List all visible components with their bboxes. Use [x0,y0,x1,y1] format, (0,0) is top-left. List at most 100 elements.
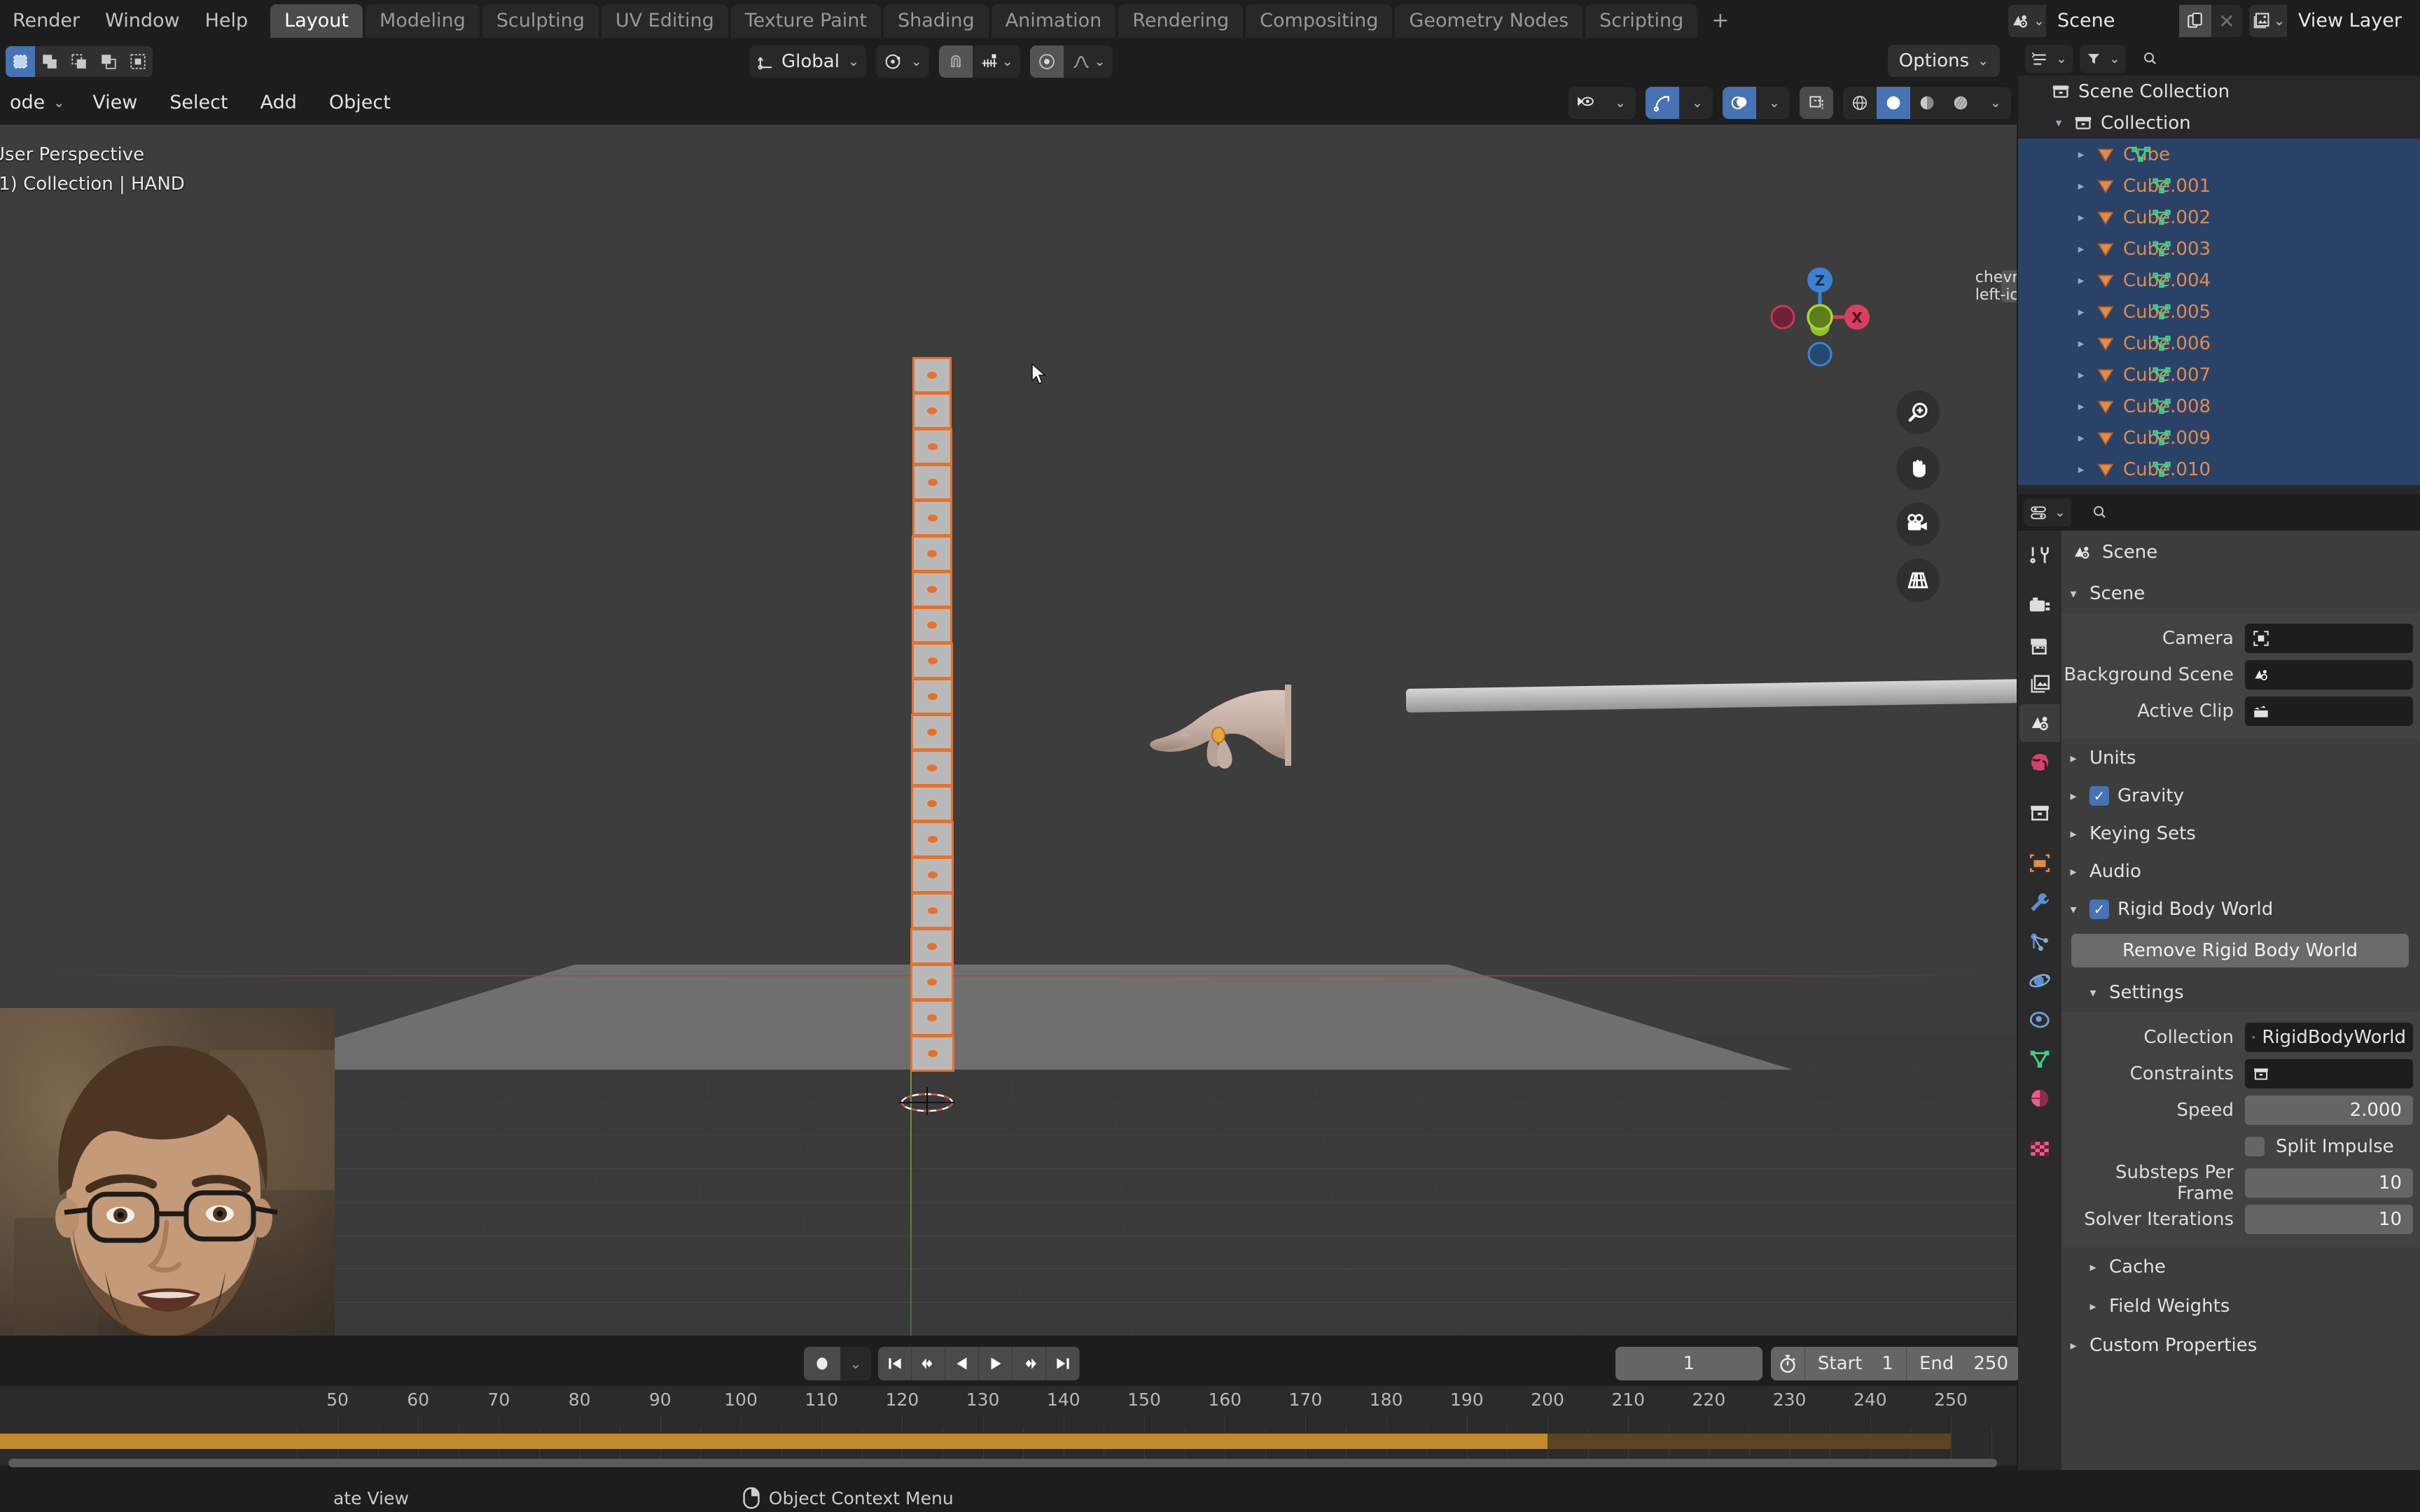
set-select-icon[interactable] [6,46,35,77]
chevron-right-icon[interactable]: ▸ [2073,337,2089,351]
cube-object[interactable] [912,571,952,608]
difference-select-icon[interactable] [123,46,153,77]
outliner-row-cube-007[interactable]: ▸ Cube.007 [2018,359,2420,391]
solid-shading-icon[interactable] [1877,87,1910,119]
zoom-icon[interactable] [1896,391,1940,434]
smooth-falloff-icon[interactable]: ⌄ [1064,46,1113,78]
section-gravity-header[interactable]: ▸ ✓ Gravity [2061,777,2420,815]
properties-editor-type-dropdown[interactable]: ⌄ [2024,498,2071,526]
chevron-down-icon[interactable]: ⌄ [1679,87,1713,119]
pan-hand-icon[interactable] [1896,447,1940,490]
outliner-editor[interactable]: Scene Collection ▾ Collection ▸ Cube ▸ Cube.00… [2018,76,2420,494]
output-printer-icon[interactable] [2019,626,2060,664]
cube-object[interactable] [912,357,952,393]
remove-scene-button[interactable]: ✕ [2211,5,2242,37]
workspace-tab-layout[interactable]: Layout [270,4,363,38]
cube-object[interactable] [910,1000,954,1036]
camera-view-icon[interactable] [1896,503,1940,546]
rigid-body-world-checkbox[interactable]: ✓ [2089,899,2109,919]
hand-mesh[interactable] [1141,678,1421,818]
menu-select[interactable]: Select [155,85,242,120]
section-cache-header[interactable]: ▸ Cache [2061,1247,2420,1287]
properties-panel[interactable]: Scene ▾ Scene Camera Background Scene Ac… [2061,531,2420,1470]
mesh-data-triangle-icon[interactable] [2151,459,2172,480]
wrench-icon[interactable] [2019,883,2060,921]
properties-search-input[interactable] [2082,498,2414,526]
section-rigid-body-world-header[interactable]: ▾ ✓ Rigid Body World [2061,890,2420,928]
arm-mesh[interactable] [1405,678,2017,713]
active-clip-field[interactable] [2245,696,2413,726]
timeline-horizontal-scrollbar[interactable] [8,1459,1997,1467]
proportional-edit-icon[interactable] [1029,46,1064,78]
rbw-collection-field[interactable]: RigidBodyWorld [2245,1023,2413,1052]
cube-object[interactable] [912,678,953,715]
rbw-speed-value[interactable]: 2.000 [2245,1096,2413,1125]
frame-start-field[interactable]: Start 1 [1804,1347,1906,1380]
mesh-data-triangle-icon[interactable] [2151,428,2172,449]
outliner-row-cube-002[interactable]: ▸ Cube.002 [2018,202,2420,233]
cube-object[interactable] [912,464,952,500]
navigation-gizmo[interactable]: Z X [1760,258,1879,377]
pivot-point-dropdown[interactable]: ⌄ [875,46,929,78]
chevron-right-icon[interactable]: ▸ [2073,211,2089,225]
new-scene-button[interactable] [2179,5,2211,37]
chevron-right-icon[interactable]: ▸ [2073,179,2089,193]
workspace-tab-rendering[interactable]: Rendering [1118,4,1244,38]
scene-selector[interactable]: ⌄ Scene ✕ [2008,5,2242,37]
current-frame-field[interactable]: 1 [1615,1347,1762,1380]
gravity-checkbox[interactable]: ✓ [2089,786,2109,806]
transform-orientation-dropdown[interactable]: Global ⌄ [749,46,866,78]
jump-to-prev-keyframe-icon[interactable] [912,1347,945,1380]
outliner-row-cube-006[interactable]: ▸ Cube.006 [2018,328,2420,359]
outliner-row-cube-001[interactable]: ▸ Cube.001 [2018,170,2420,202]
xray-toggle-icon[interactable] [1800,87,1833,119]
mesh-data-triangle-icon[interactable] [2151,396,2172,417]
timeline-ruler[interactable]: 50 60 70 80 90 100 110 120 130 140 150 160 170 180 190… [0,1386,2017,1427]
outliner-row-cube-009[interactable]: ▸ Cube.009 [2018,422,2420,454]
outliner-display-mode-dropdown[interactable]: ⌄ [2025,45,2073,73]
remove-rigid-body-world-button[interactable]: Remove Rigid Body World [2071,934,2409,967]
cube-object[interactable] [912,428,952,465]
rbw-solver-value[interactable]: 10 [2245,1205,2413,1234]
mesh-data-triangle-icon[interactable] [2130,144,2151,165]
mesh-data-triangle-icon[interactable] [2151,270,2172,291]
chevron-right-icon[interactable]: ▸ [2073,463,2089,477]
cube-object[interactable] [911,821,954,858]
scene-icon[interactable]: ⌄ [2008,5,2046,37]
cube-stack[interactable] [910,357,954,1072]
collection-box-icon[interactable] [2019,794,2060,832]
background-scene-field[interactable] [2245,660,2413,690]
mesh-data-triangle-icon[interactable] [2151,333,2172,354]
chevron-right-icon[interactable]: ▸ [2073,368,2089,382]
mesh-data-triangle-icon[interactable] [2151,239,2172,260]
outliner-filter-button[interactable]: ⌄ [2079,45,2126,73]
render-camera-icon[interactable] [2019,587,2060,624]
viewlayer-icon[interactable]: ⌄ [2249,5,2287,37]
constraints-icon[interactable] [2019,1001,2060,1039]
workspace-tab-scripting[interactable]: Scripting [1585,4,1698,38]
cube-object[interactable] [910,1035,954,1072]
workspace-tab-compositing[interactable]: Compositing [1246,4,1393,38]
viewport-options-dropdown[interactable]: Options ⌄ [1887,45,2000,77]
interaction-mode-dropdown[interactable]: ode ⌄ [0,85,75,120]
menu-render[interactable]: Render [0,0,92,42]
tool-icon[interactable] [2019,536,2060,574]
workspace-tab-animation[interactable]: Animation [991,4,1116,38]
material-sphere-icon[interactable] [2019,1079,2060,1117]
workspace-tab-sculpting[interactable]: Sculpting [482,4,599,38]
mesh-data-triangle-icon[interactable] [2019,1040,2060,1078]
cube-object[interactable] [910,964,954,1000]
snap-magnet-icon[interactable] [938,46,973,78]
section-rbw-settings-header[interactable]: ▾ Settings [2061,973,2420,1012]
chevron-down-icon[interactable]: ⌄ [1602,87,1636,119]
chevron-down-icon[interactable]: ▾ [2050,116,2067,130]
view-layer-selector[interactable]: ⌄ View Layer [2249,5,2420,37]
rendered-shading-icon[interactable] [1944,87,1977,119]
play-reverse-icon[interactable] [945,1347,979,1380]
jump-to-start-icon[interactable] [878,1347,912,1380]
outliner-row-cube-004[interactable]: ▸ Cube.004 [2018,265,2420,296]
record-icon[interactable] [804,1347,840,1380]
jump-to-next-keyframe-icon[interactable] [1013,1347,1046,1380]
chevron-right-icon[interactable]: ▸ [2073,400,2089,414]
object-visibility-icon[interactable] [1569,87,1602,119]
